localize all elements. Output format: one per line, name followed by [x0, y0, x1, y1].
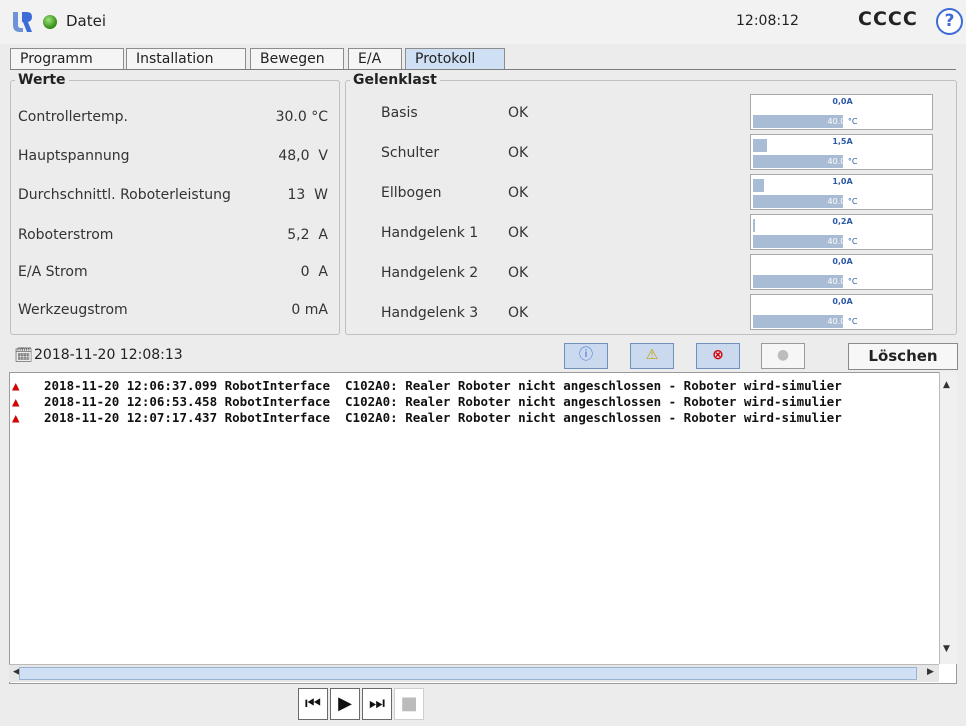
debug-filter-button[interactable]: ● — [761, 343, 805, 369]
current-reading: 0,0A — [832, 257, 853, 266]
log-date: 2018-11-20 12:08:13 — [34, 347, 183, 363]
scroll-down-icon[interactable]: ▼ — [943, 644, 950, 654]
skip-to-start-icon[interactable]: ⏮ — [298, 688, 328, 720]
debug-icon: ● — [776, 347, 790, 363]
tab-protokoll[interactable]: Protokoll — [405, 48, 505, 70]
current-reading: 1,0A — [832, 177, 853, 186]
current-reading: 1,5A — [832, 137, 853, 146]
log-entry[interactable]: ▲ 2018-11-20 12:06:37.099 RobotInterface … — [10, 378, 940, 394]
scroll-up-icon[interactable]: ▲ — [943, 380, 950, 390]
value-label: E/A Strom — [18, 264, 88, 280]
log-entry[interactable]: ▲ 2018-11-20 12:06:53.458 RobotInterface … — [10, 394, 940, 410]
warning-icon: ▲ — [12, 378, 20, 393]
value-reading: 13 W — [287, 187, 328, 203]
robot-name: CCCC — [858, 8, 918, 30]
temperature-reading: 40.0 °C — [827, 117, 858, 126]
log-list[interactable]: ▲ 2018-11-20 12:06:37.099 RobotInterface … — [9, 372, 957, 684]
value-label: Roboterstrom — [18, 227, 114, 243]
calendar-icon: 🗓 — [14, 346, 34, 364]
temperature-reading: 40.0 °C — [827, 277, 858, 286]
log-entry[interactable]: ▲ 2018-11-20 12:07:17.437 RobotInterface … — [10, 410, 940, 426]
tab-ea[interactable]: E/A — [348, 48, 402, 69]
joint-status: OK — [508, 105, 529, 121]
tab-installation[interactable]: Installation — [126, 48, 246, 69]
current-reading: 0,2A — [832, 217, 853, 226]
clock: 12:08:12 — [736, 13, 799, 29]
horizontal-scroll-thumb[interactable] — [19, 667, 917, 680]
warning-icon: ▲ — [12, 394, 20, 409]
value-reading: 0 A — [300, 264, 328, 280]
vertical-scrollbar[interactable]: ▲ ▼ — [939, 372, 957, 664]
value-reading: 48,0 V — [278, 148, 328, 164]
joint-gauge: 1,5A 40.0 °C — [750, 134, 933, 170]
info-filter-button[interactable]: ⓘ — [564, 343, 608, 369]
ur-logo-icon — [13, 12, 32, 32]
current-reading: 0,0A — [832, 297, 853, 306]
joint-label: Schulter — [381, 145, 440, 161]
joint-gauge: 0,0A 40.0 °C — [750, 94, 933, 130]
temperature-reading: 40.0 °C — [827, 197, 858, 206]
tab-divider — [10, 69, 956, 70]
warning-icon: ▲ — [12, 410, 20, 425]
joint-status: OK — [508, 185, 529, 201]
value-label: Controllertemp. — [18, 109, 128, 125]
temperature-reading: 40.0 °C — [827, 317, 858, 326]
warning-icon: ⚠ — [645, 347, 659, 363]
joint-gauge: 0,0A 40.0 °C — [750, 254, 933, 290]
value-label: Werkzeugstrom — [18, 302, 128, 318]
joint-load-panel-title: Gelenklast — [350, 72, 440, 88]
joint-label: Handgelenk 3 — [381, 305, 479, 321]
values-panel-title: Werte — [15, 72, 69, 88]
value-label: Durchschnittl. Roboterleistung — [18, 187, 231, 203]
joint-status: OK — [508, 145, 529, 161]
play-icon[interactable]: ▶ — [330, 688, 360, 720]
joint-label: Basis — [381, 105, 418, 121]
error-filter-button[interactable]: ⊗ — [696, 343, 740, 369]
step-forward-icon[interactable]: ⏭ — [362, 688, 392, 720]
warning-filter-button[interactable]: ⚠ — [630, 343, 674, 369]
value-reading: 5,2 A — [287, 227, 328, 243]
joint-gauge: 0,2A 40.0 °C — [750, 214, 933, 250]
top-bar: Datei 12:08:12 CCCC ? — [0, 0, 966, 44]
robot-status-icon[interactable] — [43, 15, 57, 29]
joint-status: OK — [508, 225, 529, 241]
joint-label: Handgelenk 1 — [381, 225, 479, 241]
value-reading: 30.0 °C — [275, 109, 328, 125]
temperature-reading: 40.0 °C — [827, 237, 858, 246]
clear-log-button[interactable]: Löschen — [848, 343, 958, 370]
joint-label: Handgelenk 2 — [381, 265, 479, 281]
joint-gauge: 1,0A 40.0 °C — [750, 174, 933, 210]
joint-label: Ellbogen — [381, 185, 442, 201]
joint-status: OK — [508, 305, 529, 321]
value-label: Hauptspannung — [18, 148, 130, 164]
current-reading: 0,0A — [832, 97, 853, 106]
joint-status: OK — [508, 265, 529, 281]
horizontal-scrollbar[interactable]: ◀ ▶ — [9, 664, 939, 682]
joint-gauge: 0,0A 40.0 °C — [750, 294, 933, 330]
value-reading: 0 mA — [291, 302, 328, 318]
temperature-reading: 40.0 °C — [827, 157, 858, 166]
file-menu[interactable]: Datei — [66, 12, 106, 30]
info-icon: ⓘ — [579, 347, 593, 363]
tab-programm[interactable]: Programm — [10, 48, 124, 69]
scroll-right-icon[interactable]: ▶ — [927, 667, 934, 677]
error-icon: ⊗ — [712, 347, 724, 363]
tab-bewegen[interactable]: Bewegen — [250, 48, 344, 69]
stop-icon[interactable]: ■ — [394, 688, 424, 720]
help-icon[interactable]: ? — [936, 8, 963, 35]
